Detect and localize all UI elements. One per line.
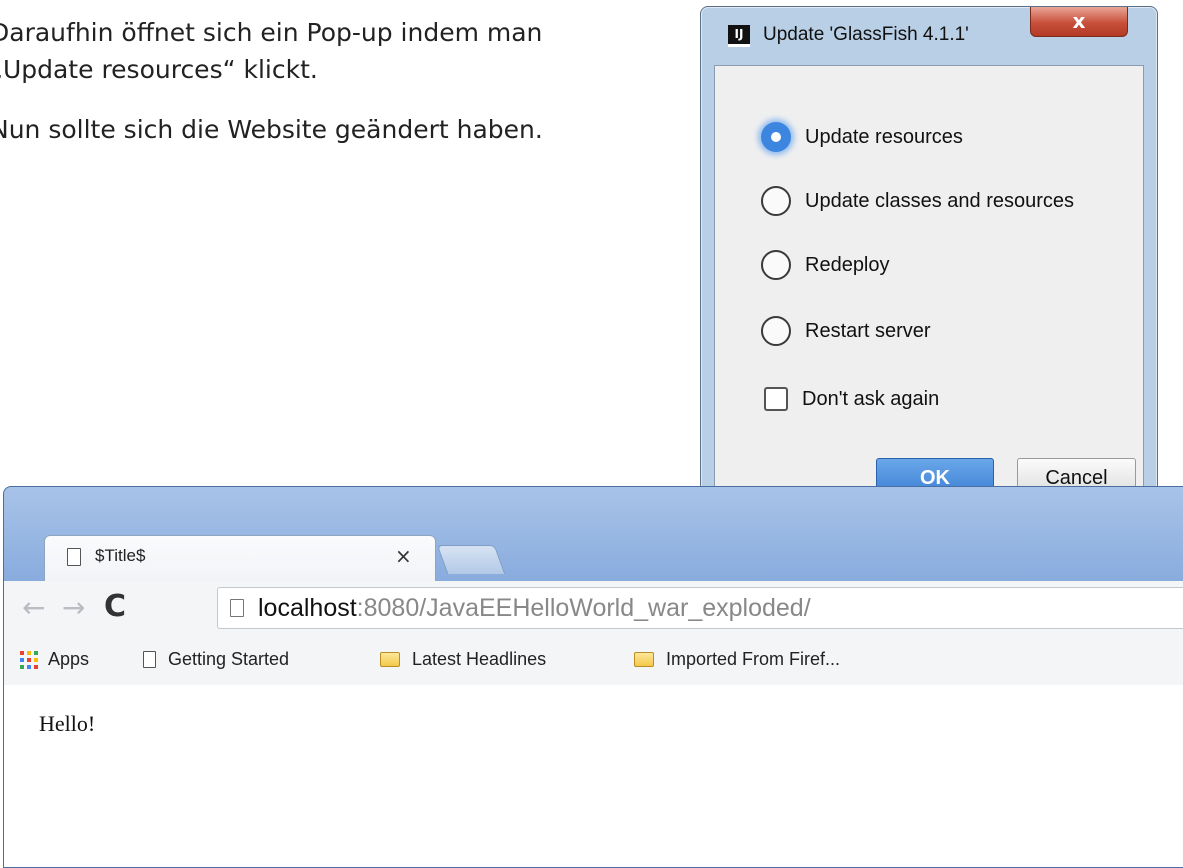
doc-paragraph: Daraufhin öffnet sich ein Pop-up indem m… [0, 18, 543, 84]
update-dialog: IJ Update 'GlassFish 4.1.1' x Update res… [700, 6, 1158, 498]
document-text: Daraufhin öffnet sich ein Pop-up indem m… [0, 14, 630, 171]
new-tab-button[interactable] [436, 545, 506, 574]
bookmark-label: Latest Headlines [412, 649, 547, 669]
bookmarks-bar: Apps Getting Started Latest Headlines Im… [4, 637, 1183, 686]
url-path: :8080/JavaEEHelloWorld_war_exploded/ [356, 594, 811, 622]
checkbox-icon[interactable] [764, 387, 788, 411]
bookmark-latest-headlines[interactable]: Latest Headlines [380, 649, 546, 670]
page-icon [230, 599, 244, 617]
apps-grid-icon [20, 650, 38, 669]
doc-paragraph: Nun sollte sich die Website geändert hab… [0, 115, 543, 144]
dialog-titlebar[interactable]: IJ Update 'GlassFish 4.1.1' x [701, 7, 1157, 65]
bookmark-getting-started[interactable]: Getting Started [143, 649, 289, 670]
bookmark-label: Getting Started [168, 649, 290, 669]
close-button[interactable]: x [1030, 7, 1128, 37]
browser-window: $Title$ × ← → C localhost:8080/JavaEEHel… [3, 486, 1183, 868]
option-update-classes-and-resources[interactable]: Update classes and resources [761, 184, 1074, 218]
browser-toolbar: ← → C localhost:8080/JavaEEHelloWorld_wa… [4, 581, 1183, 638]
option-label: Update classes and resources [805, 189, 1075, 212]
forward-arrow-icon[interactable]: → [62, 591, 85, 624]
reload-icon[interactable]: C [104, 589, 126, 624]
browser-tab[interactable]: $Title$ × [44, 535, 436, 582]
option-label: Update resources [805, 125, 963, 148]
bookmark-label: Apps [48, 649, 90, 669]
option-restart-server[interactable]: Restart server [761, 314, 931, 348]
tab-title: $Title$ [95, 546, 146, 565]
option-redeploy[interactable]: Redeploy [761, 248, 890, 282]
radio-icon[interactable] [761, 186, 791, 216]
tab-close-icon[interactable]: × [395, 544, 412, 568]
folder-icon [380, 652, 400, 667]
option-label: Redeploy [805, 253, 890, 276]
page-icon [67, 548, 81, 566]
dialog-body: Update resources Update classes and reso… [714, 65, 1144, 498]
bookmark-apps[interactable]: Apps [20, 649, 89, 670]
radio-icon[interactable] [761, 250, 791, 280]
page-text: Hello! [39, 711, 96, 736]
option-label: Restart server [805, 319, 931, 342]
dialog-title: Update 'GlassFish 4.1.1' [763, 24, 969, 45]
radio-selected-icon[interactable] [761, 122, 791, 152]
address-bar[interactable]: localhost:8080/JavaEEHelloWorld_war_expl… [217, 587, 1183, 629]
url-host: localhost [258, 594, 357, 622]
page-content: Hello! [4, 685, 1183, 867]
folder-icon [634, 652, 654, 667]
radio-icon[interactable] [761, 316, 791, 346]
dont-ask-again-checkbox[interactable]: Don't ask again [761, 382, 939, 416]
back-arrow-icon[interactable]: ← [22, 591, 45, 624]
page-icon [143, 651, 156, 668]
bookmark-imported-from-firefox[interactable]: Imported From Firef... [634, 649, 840, 670]
bookmark-label: Imported From Firef... [666, 649, 841, 669]
intellij-icon: IJ [728, 25, 750, 47]
option-update-resources[interactable]: Update resources [761, 120, 963, 154]
url-text: localhost:8080/JavaEEHelloWorld_war_expl… [258, 594, 811, 623]
checkbox-label: Don't ask again [802, 387, 940, 410]
